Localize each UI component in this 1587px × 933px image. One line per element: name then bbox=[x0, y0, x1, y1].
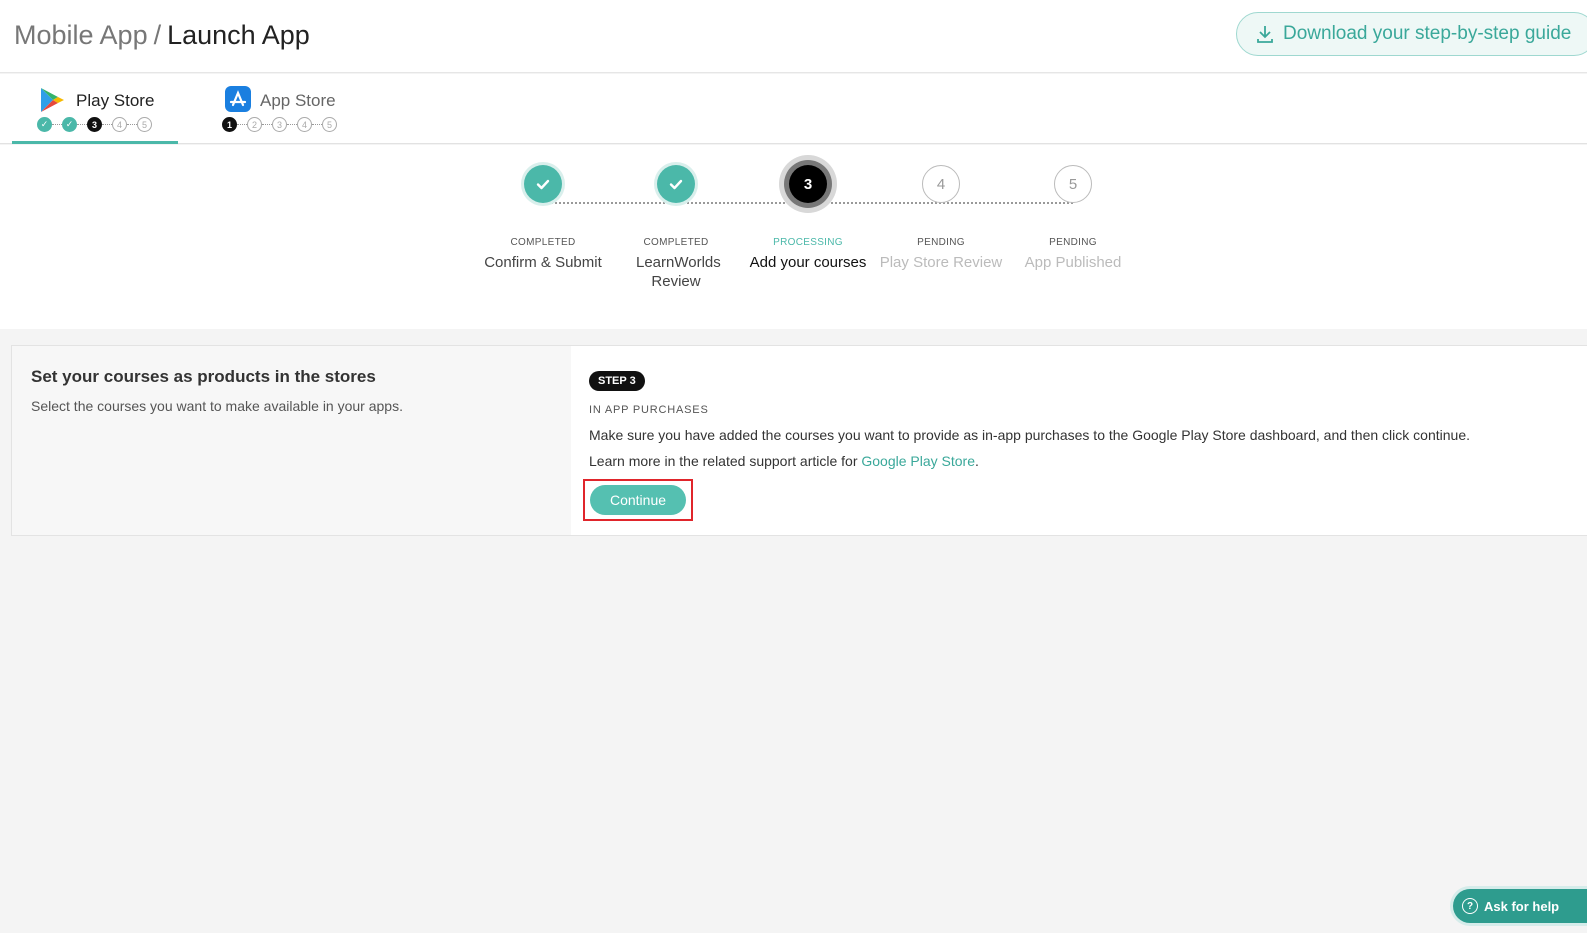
check-icon: ✓ bbox=[37, 117, 52, 132]
step-number: 5 bbox=[1054, 165, 1092, 203]
step-title: Play Store Review bbox=[879, 254, 1003, 271]
continue-highlight: Continue bbox=[583, 479, 693, 521]
store-tabs: Play Store ✓ ✓ 3 4 5 App Store 1 2 3 4 5 bbox=[0, 74, 1587, 144]
ask-for-help-label: Ask for help bbox=[1484, 898, 1560, 914]
mini-step-2: 2 bbox=[247, 117, 262, 132]
step-badge: STEP 3 bbox=[589, 371, 645, 391]
section-label: IN APP PURCHASES bbox=[589, 404, 709, 416]
learn-more-suffix: . bbox=[975, 453, 979, 469]
page-header: Mobile App / Launch App Download your step… bbox=[0, 0, 1587, 73]
breadcrumb: Mobile App / Launch App bbox=[14, 18, 310, 52]
mini-step-1: 1 bbox=[222, 117, 237, 132]
google-play-icon bbox=[41, 88, 64, 112]
step-number: 3 bbox=[789, 165, 827, 203]
tab-app-store[interactable]: App Store 1 2 3 4 5 bbox=[220, 74, 350, 144]
download-guide-label: Download your step-by-step guide bbox=[1283, 23, 1572, 44]
step-status: COMPLETED bbox=[510, 237, 576, 248]
learn-more-text: Learn more in the related support articl… bbox=[589, 453, 979, 469]
tab-play-store[interactable]: Play Store ✓ ✓ 3 4 5 bbox=[12, 74, 178, 144]
app-store-icon bbox=[225, 86, 251, 112]
step-title: Confirm & Submit bbox=[484, 254, 602, 271]
mini-step-4: 4 bbox=[297, 117, 312, 132]
ask-for-help-button[interactable]: ? Ask for help bbox=[1453, 889, 1587, 923]
google-play-support-link[interactable]: Google Play Store bbox=[861, 453, 975, 469]
step-title: App Published bbox=[1024, 254, 1122, 271]
step-title: Add your courses bbox=[749, 254, 867, 271]
step-number: 4 bbox=[922, 165, 960, 203]
mini-step-3: 3 bbox=[87, 117, 102, 132]
mini-step-5: 5 bbox=[322, 117, 337, 132]
app-store-progress: 1 2 3 4 5 bbox=[222, 117, 337, 132]
tab-app-store-label: App Store bbox=[260, 91, 336, 110]
question-icon: ? bbox=[1462, 898, 1478, 914]
step-status: PENDING bbox=[1049, 237, 1097, 248]
breadcrumb-separator: / bbox=[153, 20, 162, 50]
launch-stepper: COMPLETED Confirm & Submit COMPLETED Lea… bbox=[0, 145, 1587, 329]
step-card: Set your courses as products in the stor… bbox=[11, 345, 1587, 536]
step-status: PENDING bbox=[917, 237, 965, 248]
step-title: LearnWorlds Review bbox=[636, 254, 721, 290]
step-status: PROCESSING bbox=[773, 237, 843, 248]
card-subtitle: Select the courses you want to make avai… bbox=[31, 398, 403, 414]
step-status: COMPLETED bbox=[643, 237, 709, 248]
learn-more-prefix: Learn more in the related support articl… bbox=[589, 453, 862, 469]
card-title: Set your courses as products in the stor… bbox=[31, 367, 376, 386]
step-description: Make sure you have added the courses you… bbox=[589, 427, 1470, 443]
continue-button[interactable]: Continue bbox=[590, 485, 686, 515]
breadcrumb-parent[interactable]: Mobile App bbox=[14, 20, 148, 50]
play-store-progress: ✓ ✓ 3 4 5 bbox=[37, 117, 152, 132]
download-icon bbox=[1257, 26, 1273, 43]
card-sidebar: Set your courses as products in the stor… bbox=[12, 346, 571, 535]
mini-step-3: 3 bbox=[272, 117, 287, 132]
check-icon bbox=[657, 165, 695, 203]
mini-step-5: 5 bbox=[137, 117, 152, 132]
mini-step-4: 4 bbox=[112, 117, 127, 132]
tab-play-store-label: Play Store bbox=[76, 91, 155, 110]
breadcrumb-current: Launch App bbox=[167, 20, 310, 50]
check-icon bbox=[524, 165, 562, 203]
download-guide-button[interactable]: Download your step-by-step guide bbox=[1236, 12, 1587, 56]
check-icon: ✓ bbox=[62, 117, 77, 132]
